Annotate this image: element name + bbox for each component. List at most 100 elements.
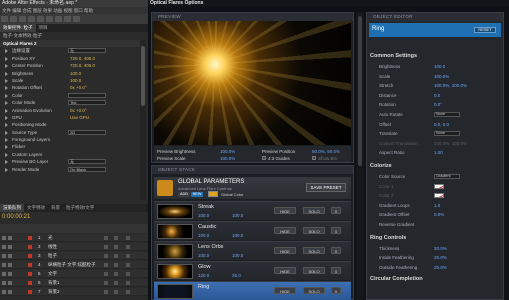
ae-menu-bar[interactable]: 文件 编辑 合成 图层 效果 动画 视图 窗口 帮助 [0,7,148,14]
layer-color-label[interactable] [28,245,32,249]
effect-property-value[interactable]: Use GPU [70,114,89,121]
visibility-eye-icon[interactable] [2,281,6,285]
fx-switch-icon[interactable] [114,263,118,267]
effect-property-dropdown[interactable]: 2D [68,129,106,135]
property-value[interactable]: 0.0° [434,101,442,108]
hand-tool-icon[interactable] [10,16,17,22]
layer-name[interactable]: 背景2 [48,288,60,296]
guides-checkbox[interactable] [262,156,266,160]
editor-property-row[interactable]: Aspect Ratio 1.00 [379,149,503,156]
editor-property-row[interactable]: Outside Feathering 25.0% [379,264,503,271]
parent-pickwhip-icon[interactable] [126,254,130,258]
property-dropdown[interactable]: None [434,112,460,117]
effect-property-dropdown[interactable]: On Black [68,166,106,172]
layer-color-label[interactable] [28,281,32,285]
delete-button[interactable]: X [331,207,341,214]
object-layer[interactable]: Lens Orbs 100.0 100.0 HIDE SOLO X [154,241,351,260]
parent-pickwhip-icon[interactable] [126,290,130,294]
fx-switch-icon[interactable] [114,290,118,294]
layer-color-label[interactable] [28,236,32,240]
effect-property-value[interactable]: 100.0 [70,70,81,77]
expand-triangle-icon[interactable] [5,93,8,98]
audio-icon[interactable] [8,281,12,285]
editor-property-row[interactable]: Color 2 [379,192,503,199]
shy-switch-icon[interactable] [104,272,108,276]
tab-project[interactable]: 项目 [36,24,51,32]
delete-button[interactable]: X [331,247,341,254]
select-tool-icon[interactable] [1,16,8,22]
editor-property-row[interactable]: Stretch 100.0%, 100.0% [379,82,503,89]
editor-property-row[interactable]: Scale 100.0% [379,73,503,80]
hide-button[interactable]: HIDE [274,247,296,254]
zoom-tool-icon[interactable] [19,16,26,22]
effect-scrollbar[interactable] [140,40,146,200]
timeline-tab[interactable]: 文字特效 [24,204,48,212]
effect-property-row[interactable]: Animation Evolution 0x +0.0° [0,107,140,114]
effect-property-value[interactable]: 100.0 [70,77,81,84]
timeline-layer-row[interactable]: 5 文字 [0,270,148,278]
effect-property-row[interactable]: Color [0,92,140,99]
camera-tool-icon[interactable] [37,16,44,22]
editor-property-row[interactable]: Auto Rotate None [379,111,503,118]
fx-switch-icon[interactable] [114,245,118,249]
save-preset-button[interactable]: SAVE PRESET [306,183,346,192]
object-scale[interactable]: 100.0 [232,253,243,258]
fx-switch-icon[interactable] [114,272,118,276]
expand-triangle-icon[interactable] [5,130,8,135]
stack-scrollbar[interactable] [356,12,364,300]
editor-property-row[interactable]: Inside Feathering 25.0% [379,254,503,261]
audio-icon[interactable] [8,263,12,267]
timeline-layer-row[interactable]: 2 线性 [0,243,148,251]
solo-button[interactable]: SOLO [303,287,325,294]
color-swatch[interactable] [434,193,444,199]
add-button[interactable]: ADD [178,192,190,197]
effect-property-value[interactable]: 720.0, 405.0 [70,55,95,62]
flare-preview-image[interactable] [154,21,351,145]
effect-property-row[interactable]: Brightness 100.0 [0,70,140,77]
preview-scale-value[interactable]: 100.0% [220,156,235,161]
visibility-eye-icon[interactable] [2,290,6,294]
timeline-tab[interactable]: 背景 [48,204,63,212]
property-value[interactable]: 100.0% [434,73,449,80]
property-value[interactable]: 0.0% [434,211,444,218]
effect-header[interactable]: Optical Flares 2 [0,40,140,48]
shy-switch-icon[interactable] [104,245,108,249]
hide-button[interactable]: HIDE [274,267,296,274]
audio-icon[interactable] [8,254,12,258]
object-layer[interactable]: Glow 120.0 25.0 HIDE SOLO X [154,261,351,280]
effect-property-value[interactable]: 0x +0.0° [70,84,87,91]
effect-property-row[interactable]: Scale 100.0 [0,77,140,84]
expand-triangle-icon[interactable] [5,167,8,172]
effect-property-row[interactable]: Center Position 720.0, 405.0 [0,62,140,69]
layer-color-label[interactable] [28,290,32,294]
expand-triangle-icon[interactable] [5,64,8,69]
timeline-layer-row[interactable]: 7 背景2 [0,288,148,296]
editor-property-row[interactable]: Offset 0.0, 0.0 [379,121,503,128]
parent-pickwhip-icon[interactable] [126,245,130,249]
parent-pickwhip-icon[interactable] [126,236,130,240]
solo-button[interactable]: SOLO [303,207,325,214]
layer-name[interactable]: 背景1 [48,279,60,287]
effect-property-dropdown[interactable] [68,92,106,98]
effect-property-row[interactable]: Foreground Layers [0,136,140,143]
expand-triangle-icon[interactable] [5,160,8,165]
reset-button[interactable]: RESET [474,27,496,33]
expand-triangle-icon[interactable] [5,49,8,54]
layer-name[interactable]: 文字 [48,270,57,278]
property-value[interactable]: 20.0% [434,245,447,252]
hide-button[interactable]: HIDE [274,227,296,234]
visibility-eye-icon[interactable] [2,263,6,267]
hide-button[interactable]: HIDE [274,207,296,214]
mask-tool-icon[interactable] [55,16,62,22]
timeline-tab[interactable]: 粒子特效/文字 [63,204,97,212]
editor-property-row[interactable]: Gradient Loops 1.0 [379,202,503,209]
timeline-layer-row[interactable]: 1光 [0,234,148,242]
parent-pickwhip-icon[interactable] [126,281,130,285]
object-scale[interactable]: 25.0 [232,273,241,278]
timeline-layer-row[interactable]: 4 纵横粒子 文字:炫酷粒子 [0,261,148,269]
effect-property-row[interactable]: Render Mode On Black [0,166,140,173]
effect-property-row[interactable]: Color Mode Tint [0,99,140,106]
object-brightness[interactable]: 100.0 [198,233,209,238]
new-button[interactable]: NEW [191,192,203,197]
audio-icon[interactable] [8,236,12,240]
